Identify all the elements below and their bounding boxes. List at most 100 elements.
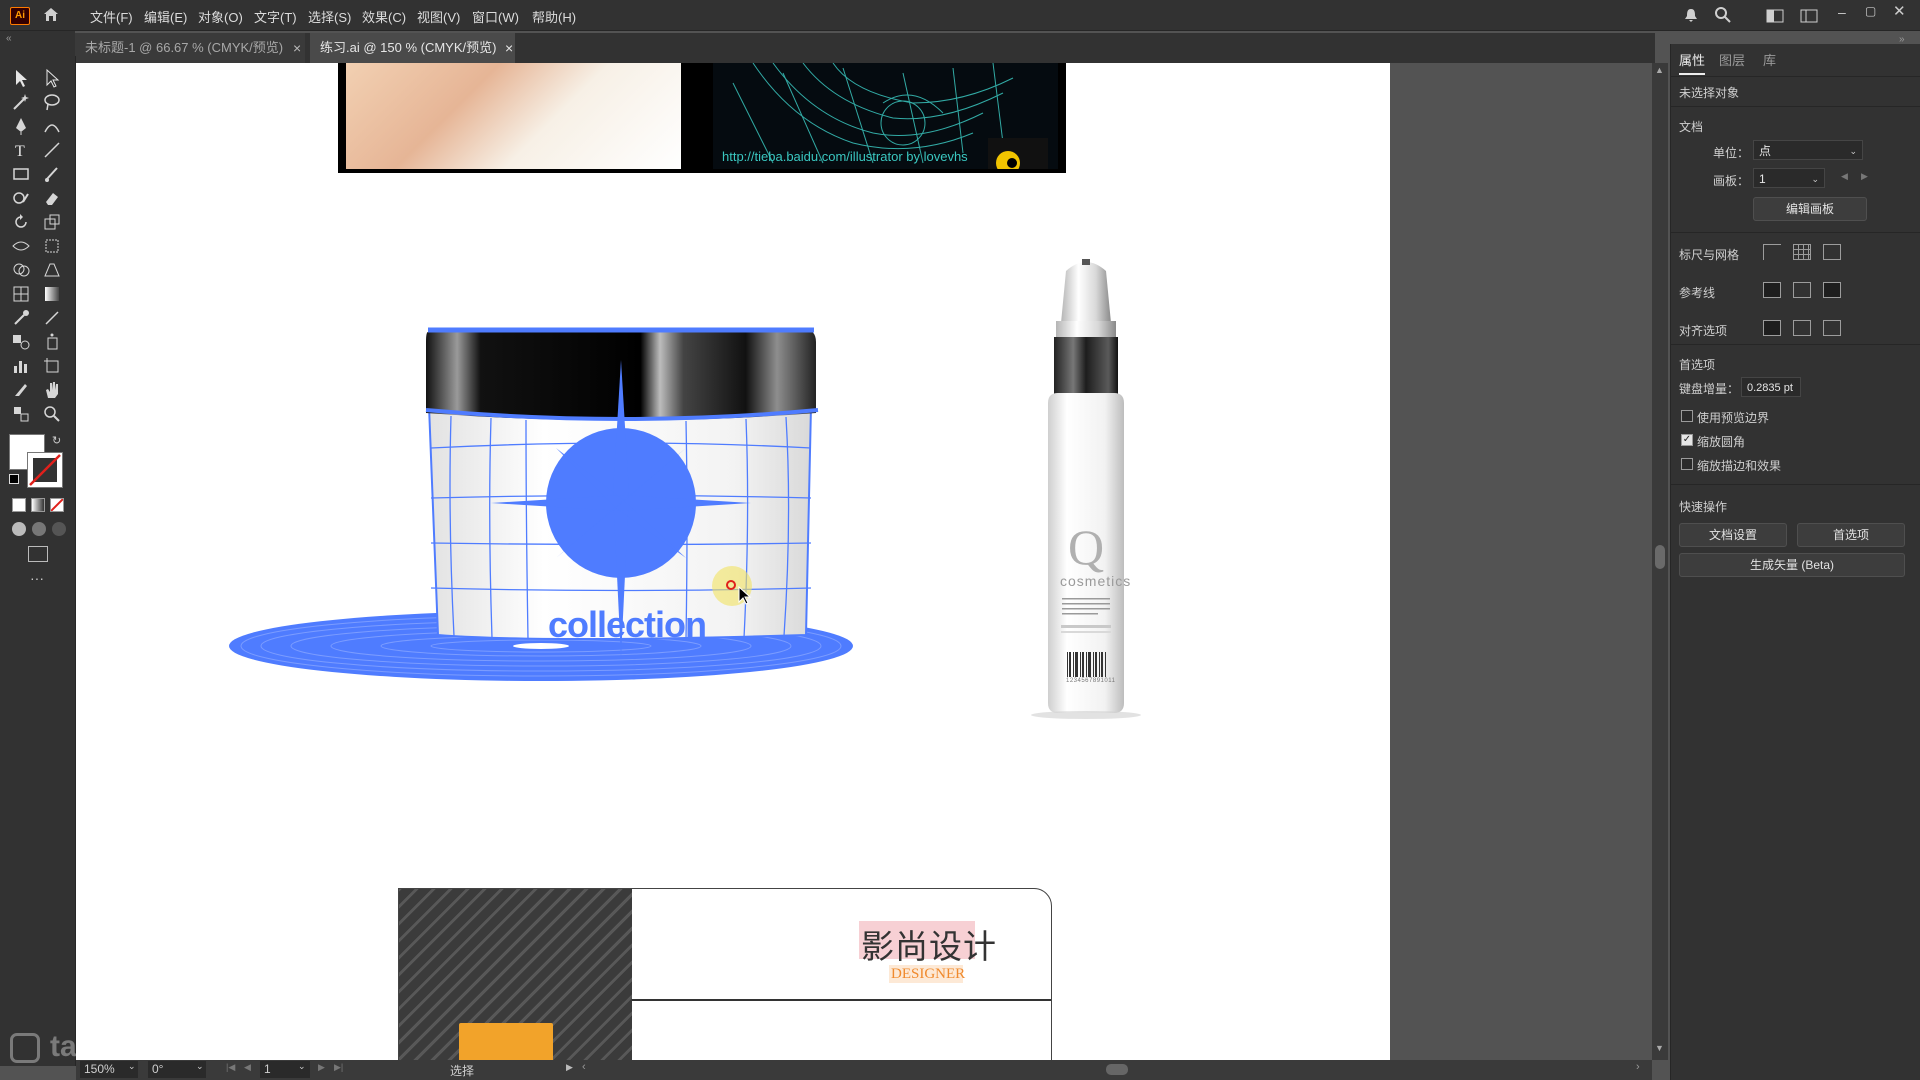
column-graph-tool-icon[interactable] — [11, 356, 33, 376]
first-artboard-icon[interactable]: |◀ — [226, 1062, 235, 1073]
horizontal-scroll-thumb[interactable] — [1106, 1064, 1128, 1075]
search-icon[interactable] — [1714, 6, 1732, 27]
prev-artboard-icon[interactable]: ◀ — [1841, 171, 1848, 182]
menu-object[interactable]: 对象(O) — [198, 7, 243, 26]
menu-type[interactable]: 文字(T) — [254, 7, 297, 26]
next-artboard-icon[interactable]: ▶ — [1861, 171, 1868, 182]
document-setup-button[interactable]: 文档设置 — [1679, 523, 1787, 547]
menu-file[interactable]: 文件(F) — [90, 7, 133, 26]
snap-to-pixel-icon[interactable] — [1793, 320, 1811, 336]
artboard-select[interactable]: 1 ⌄ — [1753, 168, 1825, 188]
canvas[interactable]: http://tieba.baidu.com/illustrator by lo… — [76, 63, 1652, 1063]
measure-tool-icon[interactable] — [42, 308, 64, 328]
snap-to-glyph-icon[interactable] — [1823, 320, 1841, 336]
pen-tool-icon[interactable] — [11, 116, 33, 136]
none-mode-icon[interactable] — [50, 498, 64, 512]
scroll-left-icon[interactable]: ‹ — [582, 1061, 586, 1073]
panel-collapse-icon[interactable]: » — [1899, 34, 1905, 45]
maximize-icon[interactable]: ▢ — [1865, 4, 1876, 18]
app-logo[interactable]: Ai — [10, 7, 30, 25]
swap-fill-stroke-icon[interactable]: ↻ — [52, 434, 61, 447]
unit-select[interactable]: 点 ⌄ — [1753, 140, 1863, 160]
home-icon[interactable] — [42, 6, 60, 25]
direct-selection-tool-icon[interactable] — [42, 68, 64, 88]
screen-mode-icon[interactable] — [28, 546, 48, 562]
mesh-tool-icon[interactable] — [11, 284, 33, 304]
draw-normal-icon[interactable] — [12, 522, 26, 536]
print-tiling-tool-icon[interactable] — [11, 404, 33, 424]
banner-image[interactable]: http://tieba.baidu.com/illustrator by lo… — [338, 63, 1066, 175]
last-artboard-icon[interactable]: ▶| — [334, 1062, 343, 1073]
menu-view[interactable]: 视图(V) — [417, 7, 460, 26]
rulers-icon[interactable] — [1763, 244, 1781, 260]
scale-tool-icon[interactable] — [42, 212, 64, 232]
smart-guides-icon[interactable] — [1823, 282, 1841, 298]
artboard-number-select[interactable]: 1 ⌄ — [260, 1061, 310, 1078]
tab-practice[interactable]: 练习.ai @ 150 % (CMYK/预览) — [310, 33, 515, 63]
width-tool-icon[interactable] — [11, 236, 33, 256]
transparency-grid-icon[interactable] — [1823, 244, 1841, 260]
scale-strokes-checkbox[interactable] — [1681, 458, 1693, 470]
collapse-icon[interactable]: « — [6, 33, 12, 44]
minimize-icon[interactable]: – — [1838, 4, 1846, 20]
pump-bottle[interactable]: Q cosmetics 1234567891011 — [996, 253, 1176, 723]
status-menu-icon[interactable]: ▶ — [566, 1062, 573, 1073]
color-mode-icon[interactable] — [12, 498, 26, 512]
free-transform-tool-icon[interactable] — [42, 236, 64, 256]
preview-bounds-checkbox[interactable] — [1681, 410, 1693, 422]
show-guides-icon[interactable] — [1763, 282, 1781, 298]
edit-artboard-button[interactable]: 编辑画板 — [1753, 197, 1867, 221]
more-tools-icon[interactable]: ··· — [30, 570, 44, 586]
close-icon[interactable]: ✕ — [1893, 2, 1906, 20]
menu-select[interactable]: 选择(S) — [308, 7, 351, 26]
scale-corners-checkbox[interactable]: ✓ — [1681, 434, 1693, 446]
vertical-scrollbar-track[interactable]: ▲ ▼ — [1652, 63, 1668, 1060]
menu-window[interactable]: 窗口(W) — [472, 7, 519, 26]
bell-icon[interactable] — [1683, 7, 1699, 26]
tab-libraries[interactable]: 库 — [1763, 50, 1776, 69]
vertical-scroll-thumb[interactable] — [1655, 545, 1665, 569]
selection-tool-icon[interactable] — [11, 68, 33, 88]
tab-close-icon[interactable]: × — [293, 40, 301, 56]
perspective-grid-tool-icon[interactable] — [42, 260, 64, 280]
tab-layers[interactable]: 图层 — [1719, 50, 1745, 69]
rotate-tool-icon[interactable] — [11, 212, 33, 232]
zoom-tool-icon[interactable] — [42, 404, 64, 424]
scroll-up-icon[interactable]: ▲ — [1655, 65, 1664, 75]
generate-vector-button[interactable]: 生成矢量 (Beta) — [1679, 553, 1905, 577]
keyboard-increment-input[interactable]: 0.2835 pt — [1741, 377, 1801, 397]
curvature-tool-icon[interactable] — [42, 116, 64, 136]
blend-tool-icon[interactable] — [11, 332, 33, 352]
lasso-tool-icon[interactable] — [42, 92, 64, 112]
slice-tool-icon[interactable] — [11, 380, 33, 400]
magic-wand-tool-icon[interactable] — [11, 92, 33, 112]
draw-inside-icon[interactable] — [52, 522, 66, 536]
lock-guides-icon[interactable] — [1793, 282, 1811, 298]
tab-untitled[interactable]: 未标题-1 @ 66.67 % (CMYK/预览) — [75, 33, 305, 63]
gradient-mode-icon[interactable] — [31, 498, 45, 512]
scroll-right-icon[interactable]: › — [1636, 1061, 1640, 1073]
line-tool-icon[interactable] — [42, 140, 64, 160]
eyedropper-tool-icon[interactable] — [11, 308, 33, 328]
snap-to-point-icon[interactable] — [1763, 320, 1781, 336]
default-colors-icon[interactable] — [9, 474, 19, 484]
paintbrush-tool-icon[interactable] — [42, 164, 64, 184]
artboard-tool-icon[interactable] — [42, 356, 64, 376]
stroke-swatch[interactable] — [27, 452, 63, 488]
next-artboard-nav-icon[interactable]: ▶ — [318, 1062, 325, 1073]
workspace-icon[interactable] — [1766, 9, 1784, 26]
arrange-icon[interactable] — [1800, 9, 1818, 26]
type-tool-icon[interactable]: T — [11, 140, 33, 160]
shape-builder-tool-icon[interactable] — [11, 260, 33, 280]
tab-close-icon[interactable]: × — [505, 40, 513, 56]
rectangle-tool-icon[interactable] — [11, 164, 33, 184]
menu-edit[interactable]: 编辑(E) — [144, 7, 187, 26]
tab-properties[interactable]: 属性 — [1679, 50, 1706, 75]
prev-artboard-nav-icon[interactable]: ◀ — [244, 1062, 251, 1073]
grid-icon[interactable] — [1793, 244, 1811, 260]
shaper-tool-icon[interactable] — [11, 188, 33, 208]
symbol-sprayer-tool-icon[interactable] — [42, 332, 64, 352]
preferences-button[interactable]: 首选项 — [1797, 523, 1905, 547]
gradient-tool-icon[interactable] — [42, 284, 64, 304]
hand-tool-icon[interactable] — [42, 380, 64, 400]
